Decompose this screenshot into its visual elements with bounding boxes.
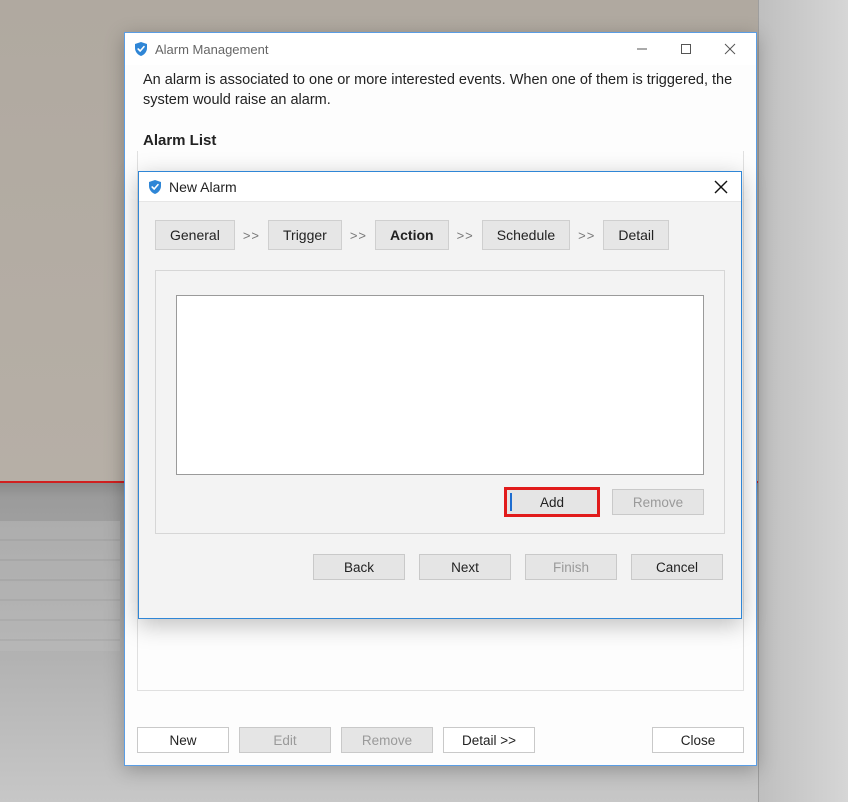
new-alarm-dialog: New Alarm General >> Trigger >> Action >… xyxy=(138,171,742,619)
alarm-management-title: Alarm Management xyxy=(155,42,268,57)
background-wall xyxy=(758,0,848,802)
back-button[interactable]: Back xyxy=(313,554,405,580)
step-detail[interactable]: Detail xyxy=(603,220,669,250)
cancel-button[interactable]: Cancel xyxy=(631,554,723,580)
step-sep-icon: >> xyxy=(243,228,260,243)
alarm-management-description: An alarm is associated to one or more in… xyxy=(125,65,756,118)
new-button[interactable]: New xyxy=(137,727,229,753)
finish-button: Finish xyxy=(525,554,617,580)
minimize-button[interactable] xyxy=(620,34,664,64)
add-action-button[interactable]: Add xyxy=(506,489,598,515)
window-controls xyxy=(620,34,752,64)
edit-button: Edit xyxy=(239,727,331,753)
close-button-main[interactable]: Close xyxy=(652,727,744,753)
close-button[interactable] xyxy=(708,34,752,64)
app-shield-icon xyxy=(133,41,149,57)
new-alarm-titlebar: New Alarm xyxy=(139,172,741,202)
remove-action-button: Remove xyxy=(612,489,704,515)
action-list-buttons: Add Remove xyxy=(176,489,704,515)
step-sep-icon: >> xyxy=(578,228,595,243)
step-sep-icon: >> xyxy=(457,228,474,243)
dialog-close-button[interactable] xyxy=(707,174,735,200)
maximize-button[interactable] xyxy=(664,34,708,64)
new-alarm-title: New Alarm xyxy=(169,179,237,195)
action-panel: Add Remove xyxy=(155,270,725,534)
step-schedule[interactable]: Schedule xyxy=(482,220,570,250)
alarm-list-label: Alarm List xyxy=(125,118,756,151)
next-button[interactable]: Next xyxy=(419,554,511,580)
remove-button: Remove xyxy=(341,727,433,753)
alarm-management-titlebar: Alarm Management xyxy=(125,33,756,65)
dialog-shield-icon xyxy=(147,179,163,195)
step-trigger[interactable]: Trigger xyxy=(268,220,342,250)
detail-button[interactable]: Detail >> xyxy=(443,727,535,753)
wizard-steps: General >> Trigger >> Action >> Schedule… xyxy=(139,202,741,264)
step-sep-icon: >> xyxy=(350,228,367,243)
action-listbox[interactable] xyxy=(176,295,704,475)
step-general[interactable]: General xyxy=(155,220,235,250)
wizard-nav-buttons: Back Next Finish Cancel xyxy=(139,534,741,596)
step-action[interactable]: Action xyxy=(375,220,449,250)
alarm-management-bottom-bar: New Edit Remove Detail >> Close xyxy=(125,715,756,765)
